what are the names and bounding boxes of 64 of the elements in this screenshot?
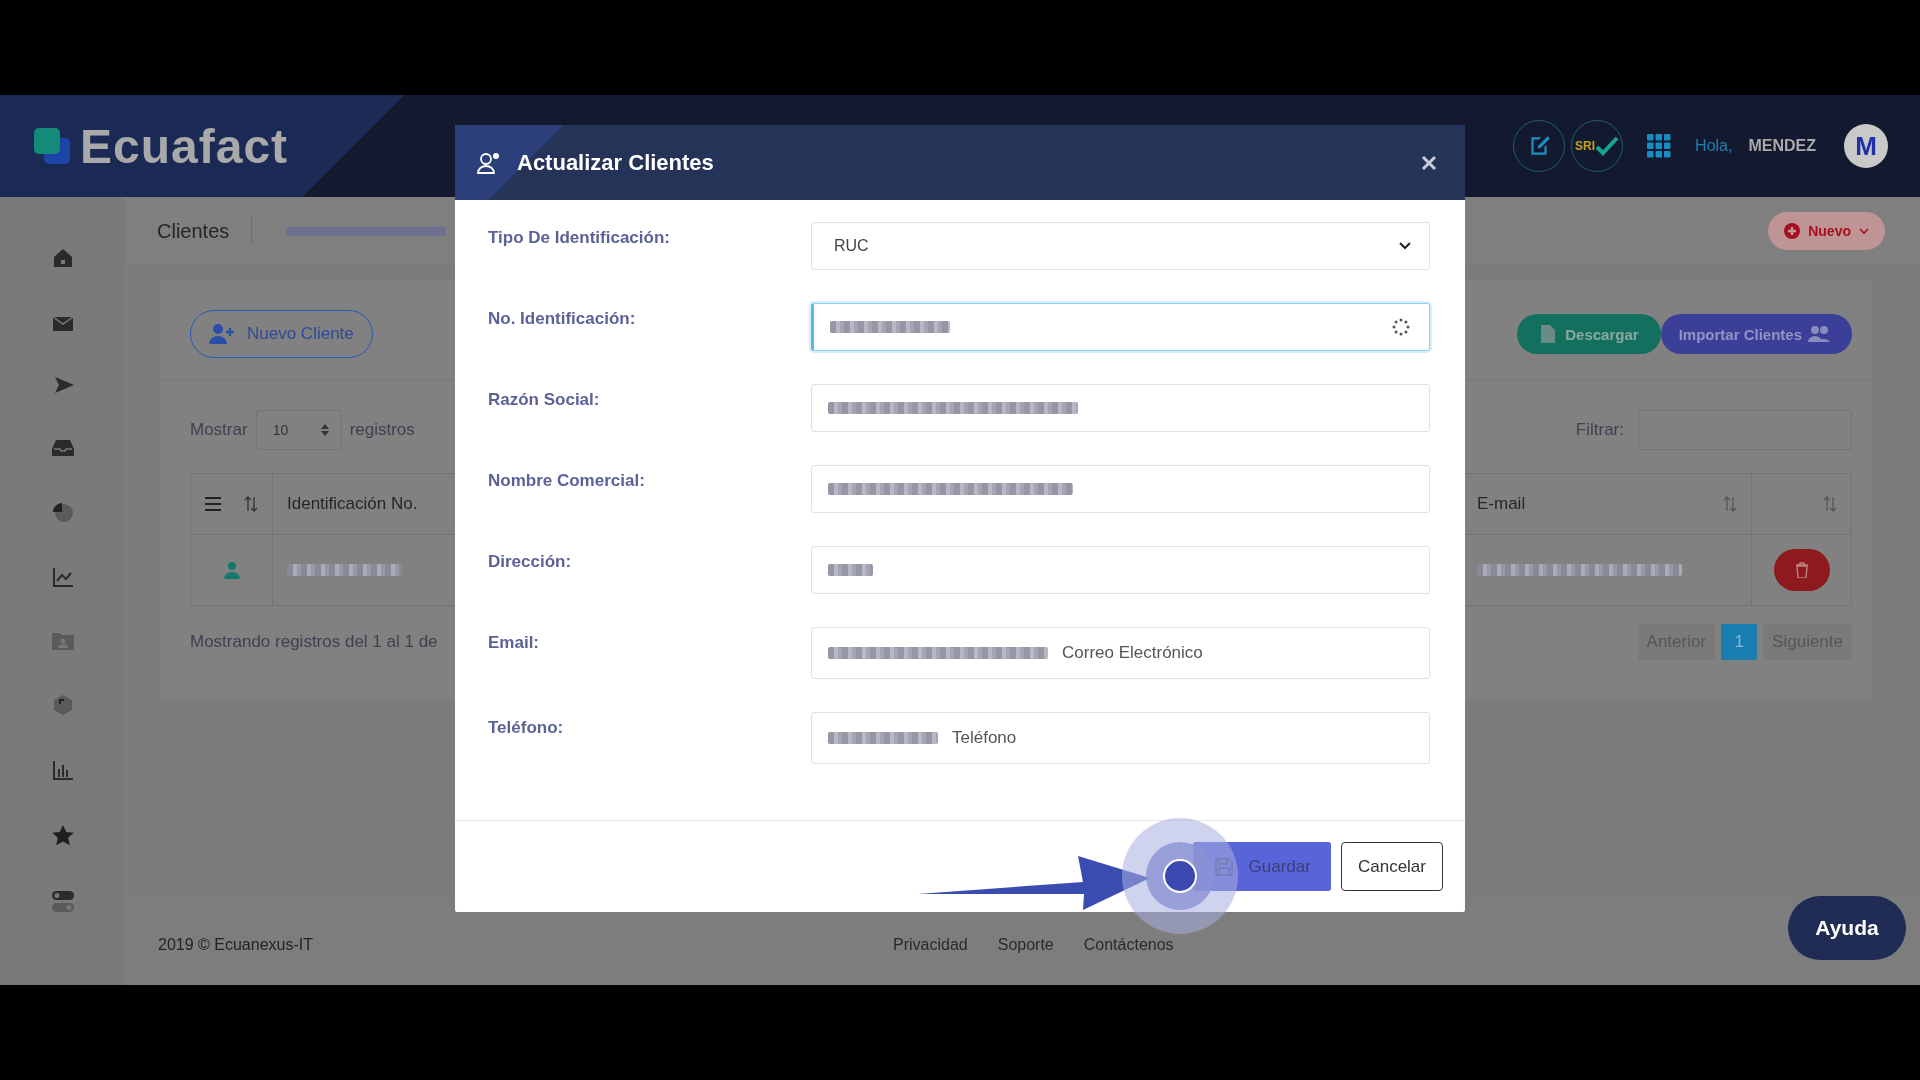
plus-circle-icon <box>1784 223 1801 239</box>
line-chart-icon[interactable] <box>51 566 74 588</box>
page-size-select[interactable]: 10 <box>255 410 342 450</box>
users-icon <box>1808 326 1830 342</box>
footer-link[interactable]: Privacidad <box>893 936 968 954</box>
input-field[interactable]: Correo Electrónico <box>811 627 1430 679</box>
field-label: Email: <box>488 632 541 653</box>
column-header[interactable]: Identificación No. <box>287 494 418 514</box>
cancel-button[interactable]: Cancelar <box>1340 842 1443 891</box>
footer-link[interactable]: Soporte <box>997 936 1054 954</box>
caret-icon <box>1859 227 1869 235</box>
download-button[interactable]: Descargar <box>1517 314 1661 354</box>
records-info: Mostrando registros del 1 al 1 de <box>190 632 438 652</box>
input-field[interactable]: Teléfono <box>811 712 1430 764</box>
user-settings-icon <box>477 151 501 174</box>
dialog-title: Actualizar Clientes <box>517 149 714 176</box>
input-field[interactable] <box>811 303 1430 351</box>
trash-icon <box>1794 562 1809 578</box>
filter-label: Filtrar: <box>1575 420 1624 440</box>
help-button[interactable]: Ayuda <box>1788 896 1906 960</box>
field-label: No. Identificación: <box>488 308 637 329</box>
new-menu-button[interactable]: Nuevo <box>1768 212 1885 250</box>
check-icon <box>1595 135 1620 157</box>
page-button[interactable]: 1 <box>1721 624 1758 660</box>
file-icon <box>1541 325 1556 343</box>
logo-icon <box>32 126 72 166</box>
user-avatar[interactable]: M <box>1844 124 1888 168</box>
field-label: Nombre Comercial: <box>488 470 646 491</box>
home-icon[interactable] <box>51 247 74 269</box>
greeting: Hola, <box>1695 137 1733 155</box>
star-icon[interactable] <box>50 824 75 846</box>
inbox-icon[interactable] <box>50 438 75 458</box>
field-label: Dirección: <box>488 551 573 572</box>
chevron-down-icon <box>1399 242 1411 250</box>
menu-icon[interactable] <box>205 497 221 511</box>
page-title: Clientes <box>157 219 230 243</box>
pie-chart-icon[interactable] <box>51 501 74 523</box>
footer-link[interactable]: Contáctenos <box>1083 936 1174 954</box>
close-icon[interactable] <box>1421 154 1437 171</box>
apps-grid-icon[interactable] <box>1647 134 1672 158</box>
toggle-icon[interactable] <box>50 889 75 913</box>
input-field[interactable] <box>811 465 1430 513</box>
person-icon <box>223 561 240 579</box>
copyright: 2019 © Ecuanexus-IT <box>158 936 314 954</box>
brand-name: Ecuafact <box>80 118 289 174</box>
records-label: registros <box>349 420 415 440</box>
column-header[interactable]: E-mail <box>1477 494 1526 514</box>
add-user-icon <box>209 324 235 344</box>
identification-type-select[interactable]: RUC <box>811 222 1430 270</box>
field-label: Razón Social: <box>488 389 601 410</box>
user-name: MENDEZ <box>1748 137 1816 155</box>
delete-button[interactable] <box>1773 549 1830 591</box>
spinner-arrows-icon <box>320 424 329 436</box>
sort-icon[interactable] <box>1723 496 1737 512</box>
box-icon[interactable] <box>51 694 74 716</box>
sort-icon[interactable] <box>1823 496 1837 512</box>
field-label: Tipo De Identificación: <box>488 227 671 248</box>
field-label: Teléfono: <box>488 717 565 738</box>
input-field[interactable] <box>811 546 1430 594</box>
sort-icon[interactable] <box>244 496 258 512</box>
bar-chart-icon[interactable] <box>51 759 74 781</box>
show-label: Mostrar <box>190 420 248 440</box>
import-clients-button[interactable]: Importar Clientes <box>1660 314 1852 354</box>
input-field[interactable] <box>811 384 1430 432</box>
